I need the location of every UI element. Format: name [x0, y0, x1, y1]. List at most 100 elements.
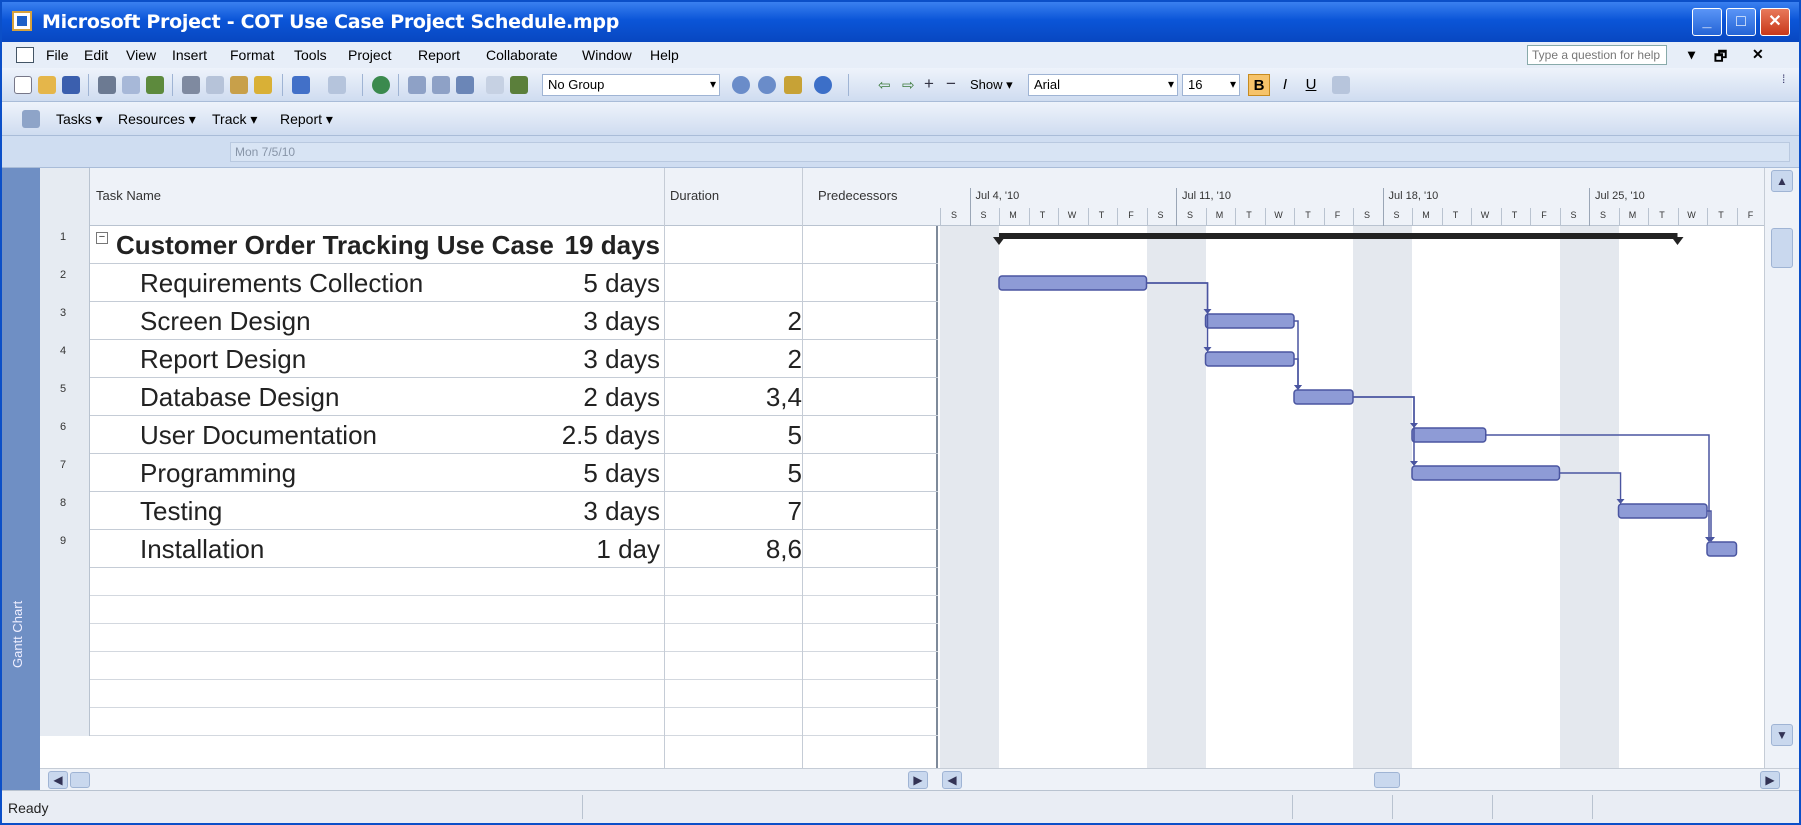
task-name-cell[interactable]: Report Design	[140, 344, 306, 375]
menu-view[interactable]: View	[126, 47, 156, 63]
entry-field[interactable]: Mon 7/5/10	[230, 142, 1790, 162]
underline-button[interactable]: U	[1300, 74, 1322, 96]
task-bar[interactable]	[998, 275, 1148, 291]
duration-cell[interactable]: 5 days	[583, 268, 660, 299]
row-id[interactable]	[40, 680, 90, 708]
menu-edit[interactable]: Edit	[84, 47, 108, 63]
scroll-down-icon[interactable]: ▼	[1771, 724, 1793, 746]
collapse-icon[interactable]: −	[96, 232, 108, 244]
table-row[interactable]: 8 Testing 3 days 7	[40, 492, 938, 530]
mdi-restore-icon[interactable]: 🗗	[1714, 46, 1727, 70]
bold-button[interactable]: B	[1248, 74, 1270, 96]
menu-project[interactable]: Project	[348, 47, 392, 63]
table-row[interactable]: 6 User Documentation 2.5 days 5	[40, 416, 938, 454]
task-name-cell[interactable]: Screen Design	[140, 306, 311, 337]
font-size-combo[interactable]: 16 ▾	[1182, 74, 1240, 96]
row-id[interactable]	[40, 568, 90, 596]
mdi-dropdown-icon[interactable]: ▾	[1688, 46, 1695, 63]
split-task-icon[interactable]	[456, 76, 474, 94]
menu-window[interactable]: Window	[582, 47, 632, 63]
outdent-icon[interactable]: ⇦	[878, 76, 891, 94]
vertical-scroll-thumb[interactable]	[1771, 228, 1793, 268]
empty-row[interactable]	[40, 568, 938, 596]
empty-row[interactable]	[40, 680, 938, 708]
italic-button[interactable]: I	[1274, 74, 1296, 96]
task-bar[interactable]	[1706, 541, 1738, 557]
empty-row[interactable]	[40, 624, 938, 652]
predecessors-cell[interactable]: 2	[788, 306, 802, 337]
menu-help[interactable]: Help	[650, 47, 679, 63]
empty-row[interactable]	[40, 652, 938, 680]
predecessors-cell[interactable]: 3,4	[766, 382, 802, 413]
menu-format[interactable]: Format	[230, 47, 274, 63]
menu-tools[interactable]: Tools	[294, 47, 327, 63]
task-name-cell[interactable]: Programming	[140, 458, 296, 489]
gantt-horizontal-scrollbar[interactable]: ◀ ▶	[938, 768, 1799, 790]
view-bar[interactable]: Gantt Chart	[2, 168, 40, 790]
open-icon[interactable]	[38, 76, 56, 94]
minimize-button[interactable]: _	[1692, 8, 1722, 36]
summary-bar[interactable]	[999, 233, 1678, 239]
show-dropdown[interactable]: Show ▾	[970, 77, 1013, 93]
row-id[interactable]	[40, 652, 90, 680]
new-icon[interactable]	[14, 76, 32, 94]
task-bar[interactable]	[1411, 427, 1487, 443]
copy-icon[interactable]	[206, 76, 224, 94]
task-name-cell[interactable]: Testing	[140, 496, 222, 527]
toolbar-options-icon[interactable]: ⁞	[1782, 72, 1785, 86]
row-id[interactable]: 3	[40, 302, 90, 340]
task-name-cell[interactable]: Installation	[140, 534, 264, 565]
table-horizontal-scrollbar[interactable]: ◀ ▶	[40, 768, 938, 790]
scroll-right-icon[interactable]: ▶	[1760, 771, 1780, 789]
empty-row[interactable]	[40, 596, 938, 624]
duration-cell[interactable]: 1 day	[596, 534, 660, 565]
document-icon[interactable]	[16, 47, 34, 63]
hyperlink-icon[interactable]	[372, 76, 390, 94]
task-bar[interactable]	[1204, 351, 1295, 367]
row-id[interactable]: 4	[40, 340, 90, 378]
table-row[interactable]: 7 Programming 5 days 5	[40, 454, 938, 492]
mdi-close-icon[interactable]: ✕	[1752, 46, 1764, 63]
row-id[interactable]	[40, 708, 90, 736]
spelling-icon[interactable]	[146, 76, 164, 94]
task-information-icon[interactable]	[486, 76, 504, 94]
duration-cell[interactable]: 3 days	[583, 496, 660, 527]
format-painter-icon[interactable]	[254, 76, 272, 94]
scroll-up-icon[interactable]: ▲	[1771, 170, 1793, 192]
menu-collaborate[interactable]: Collaborate	[486, 47, 558, 63]
task-name-cell[interactable]: Database Design	[140, 382, 339, 413]
duration-cell[interactable]: 3 days	[583, 344, 660, 375]
task-name-cell[interactable]: User Documentation	[140, 420, 377, 451]
scroll-left-icon[interactable]: ◀	[48, 771, 68, 789]
task-name-cell[interactable]: Requirements Collection	[140, 268, 423, 299]
task-bar[interactable]	[1293, 389, 1354, 405]
duration-cell[interactable]: 2.5 days	[562, 420, 660, 451]
row-id[interactable]: 8	[40, 492, 90, 530]
table-row[interactable]: 3 Screen Design 3 days 2	[40, 302, 938, 340]
redo-icon[interactable]	[328, 76, 346, 94]
menu-insert[interactable]: Insert	[172, 47, 207, 63]
predecessors-cell[interactable]: 8,6	[766, 534, 802, 565]
guide-track-button[interactable]: Track ▾	[212, 111, 257, 128]
menu-report[interactable]: Report	[418, 47, 460, 63]
column-header-task-name[interactable]: Task Name	[96, 188, 161, 203]
row-id[interactable]: 2	[40, 264, 90, 302]
table-scroll-thumb[interactable]	[70, 772, 90, 788]
select-all-corner[interactable]	[40, 168, 90, 226]
task-bar[interactable]	[1411, 465, 1561, 481]
duration-cell[interactable]: 3 days	[583, 306, 660, 337]
zoom-out-icon[interactable]	[758, 76, 776, 94]
gantt-scroll-thumb[interactable]	[1374, 772, 1400, 788]
row-id[interactable]: 7	[40, 454, 90, 492]
font-combo[interactable]: Arial ▾	[1028, 74, 1178, 96]
paste-icon[interactable]	[230, 76, 248, 94]
group-by-combo[interactable]: No Group ▾	[542, 74, 720, 96]
print-icon[interactable]	[98, 76, 116, 94]
zoom-in-icon[interactable]	[732, 76, 750, 94]
link-tasks-icon[interactable]	[408, 76, 426, 94]
project-app-icon[interactable]	[12, 11, 32, 31]
row-id[interactable]: 9	[40, 530, 90, 568]
indent-icon[interactable]: ⇨	[902, 76, 915, 94]
table-row[interactable]: 2 Requirements Collection 5 days	[40, 264, 938, 302]
predecessors-cell[interactable]: 5	[788, 458, 802, 489]
